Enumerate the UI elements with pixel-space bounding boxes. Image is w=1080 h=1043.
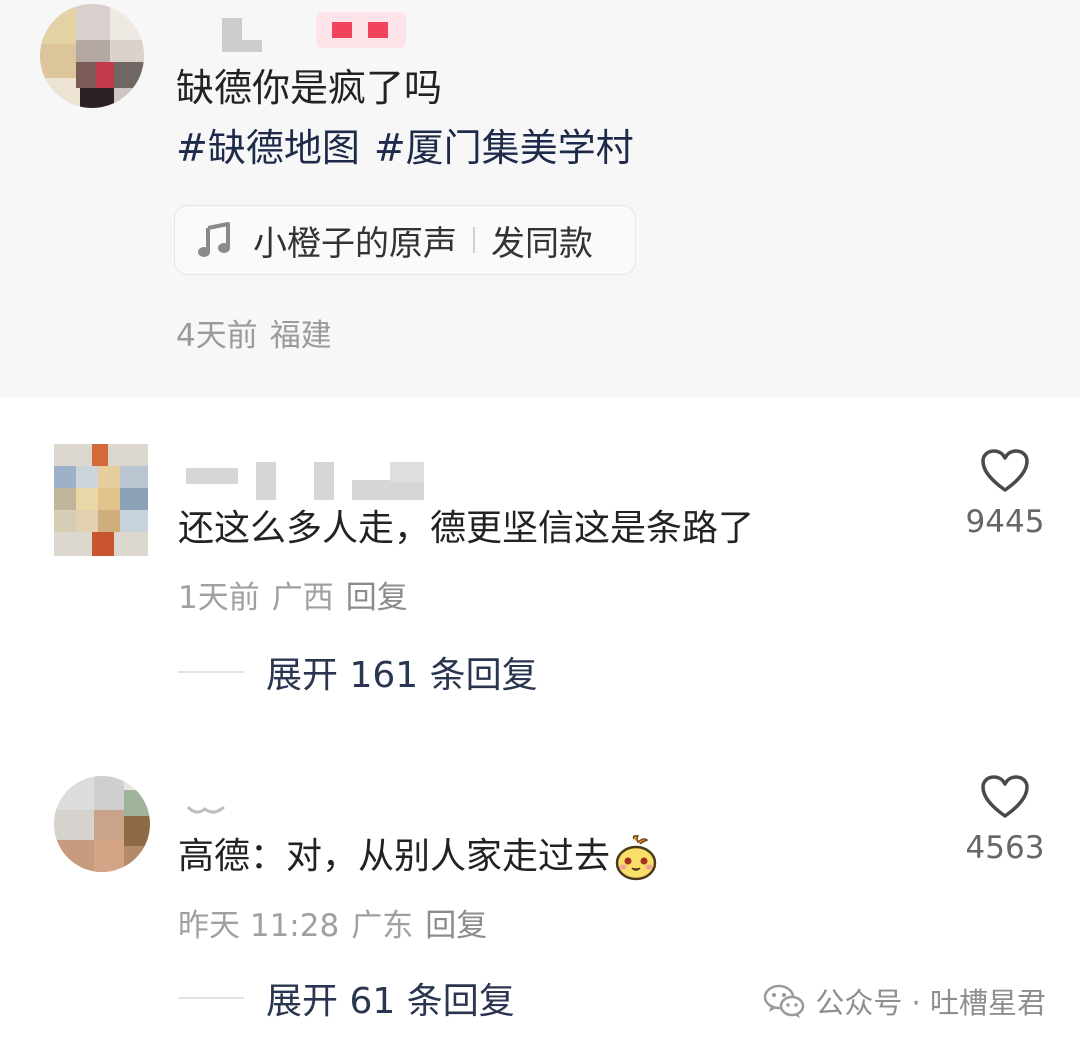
author-badge-redacted — [332, 22, 352, 38]
author-avatar[interactable] — [40, 4, 144, 108]
commenter-name-redacted — [314, 462, 334, 500]
expand-divider — [178, 997, 244, 999]
expand-divider — [178, 671, 244, 673]
expand-replies-button[interactable]: 展开 61 条回复 — [178, 972, 515, 1024]
comment-meta: 昨天 11:28 广东 回复 — [178, 900, 487, 945]
commenter-name-redacted — [256, 462, 276, 500]
smiling-face-emoji-icon — [615, 835, 657, 881]
commenter-name-redacted — [186, 805, 226, 814]
post-card: 缺德你是疯了吗 #缺德地图 #厦门集美学村 小橙子的原声 发同款 4天前 福建 — [0, 0, 1080, 398]
use-sound-button[interactable]: 发同款 — [491, 216, 593, 265]
chip-divider — [473, 227, 475, 253]
hashtag-link[interactable]: #缺德地图 — [176, 126, 360, 170]
comment-text: 还这么多人走，德更坚信这是条路了 — [178, 508, 755, 549]
heart-icon — [981, 775, 1029, 818]
reply-button[interactable]: 回复 — [346, 580, 408, 616]
watermark: 公众号 · 吐槽星君 — [763, 980, 1046, 1022]
comment-text-body: 高德：对，从别人家走过去 — [178, 836, 611, 877]
like-button[interactable]: 4563 — [960, 774, 1050, 866]
expand-replies-button[interactable]: 展开 161 条回复 — [178, 646, 538, 698]
commenter-avatar[interactable] — [54, 444, 148, 556]
commenter-name-redacted — [390, 462, 424, 482]
post-hashtags: #缺德地图 #厦门集美学村 — [176, 124, 648, 172]
comment-location: 广东 — [351, 908, 414, 944]
comment-location: 广西 — [271, 580, 334, 616]
commenter-avatar[interactable] — [54, 776, 150, 872]
commenter-name-redacted — [186, 468, 238, 484]
post-location: 福建 — [269, 318, 332, 354]
comment-time: 昨天 11:28 — [178, 908, 340, 944]
post-caption: 缺德你是疯了吗 — [176, 66, 443, 110]
author-badge-redacted — [316, 12, 406, 48]
heart-icon — [981, 449, 1029, 492]
post-time: 4天前 — [176, 318, 258, 354]
music-title: 小橙子的原声 — [253, 223, 457, 264]
expand-replies-label: 展开 61 条回复 — [266, 981, 515, 1022]
wechat-icon — [764, 984, 805, 1018]
post-meta: 4天前 福建 — [176, 310, 332, 355]
hashtag-link[interactable]: #厦门集美学村 — [374, 126, 634, 170]
like-count: 9445 — [965, 504, 1045, 540]
reply-button[interactable]: 回复 — [425, 908, 487, 944]
comment-meta: 1天前 广西 回复 — [178, 572, 408, 617]
comment-time: 1天前 — [178, 580, 260, 616]
author-name-redacted — [222, 40, 262, 52]
like-count: 4563 — [965, 830, 1045, 866]
music-note-icon — [198, 222, 230, 257]
commenter-name-redacted — [352, 480, 424, 500]
expand-replies-label: 展开 161 条回复 — [266, 655, 538, 696]
like-button[interactable]: 9445 — [960, 448, 1050, 540]
author-badge-redacted — [368, 22, 388, 38]
comment-item: 还这么多人走，德更坚信这是条路了 1天前 广西 回复 展开 161 条回复 9445 — [0, 440, 1080, 710]
music-chip[interactable]: 小橙子的原声 发同款 — [174, 205, 636, 275]
watermark-text: 公众号 · 吐槽星君 — [815, 986, 1046, 1020]
comment-text: 高德：对，从别人家走过去 — [178, 834, 658, 881]
